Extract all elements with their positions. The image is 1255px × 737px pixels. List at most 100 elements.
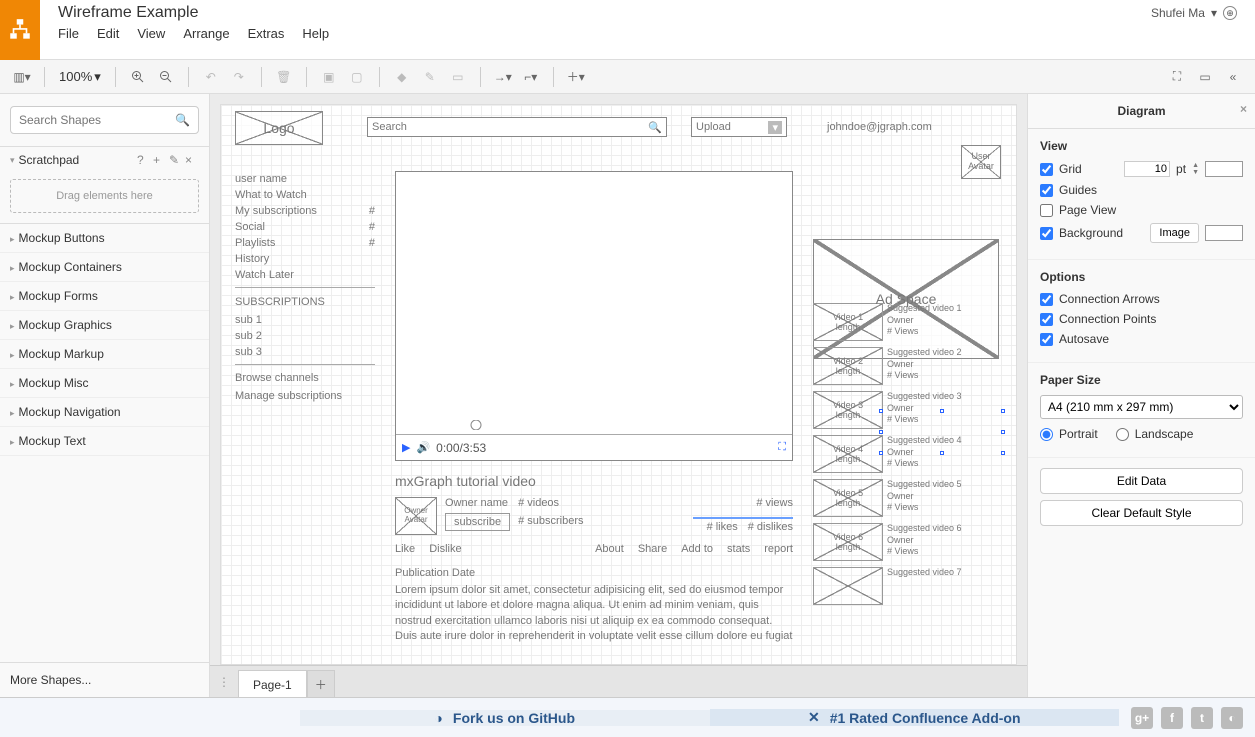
wf-search: Search🔍 <box>367 117 667 137</box>
edit-data-button[interactable]: Edit Data <box>1040 468 1243 494</box>
options-section-title: Options <box>1040 270 1243 284</box>
scratchpad-help-icon[interactable]: ? <box>137 153 151 167</box>
dropdown-caret-icon[interactable]: ▾ <box>1211 6 1217 20</box>
zoom-in-button[interactable] <box>126 65 150 89</box>
fullscreen-icon: ⛶ <box>778 441 786 454</box>
github-social-icon[interactable]: ◐ <box>1221 707 1243 729</box>
undo-button[interactable]: ↶ <box>199 65 223 89</box>
document-title[interactable]: Wireframe Example <box>58 4 198 22</box>
background-image-button[interactable]: Image <box>1150 223 1199 243</box>
scratchpad-add-icon[interactable]: + <box>153 153 167 167</box>
footer: ◑ Fork us on GitHub ✕ #1 Rated Confluenc… <box>0 697 1255 737</box>
conn-points-checkbox[interactable] <box>1040 313 1053 326</box>
wf-nav: user nameWhat to WatchMy subscriptions#S… <box>235 171 375 405</box>
background-checkbox[interactable] <box>1040 227 1053 240</box>
menu-extras[interactable]: Extras <box>248 26 285 41</box>
to-back-button[interactable]: ▢ <box>345 65 369 89</box>
scratchpad-edit-icon[interactable]: ✎ <box>169 153 183 167</box>
shape-group[interactable]: Mockup Buttons <box>0 224 209 253</box>
toolbar: ▥▾ 100% ▾ ↶ ↷ 🗑 ▣ ▢ ◆ ✎ ▭ →▾ ⌐▾ ＋▾ ⛶ ▭ « <box>0 60 1255 94</box>
portrait-radio[interactable] <box>1040 428 1053 441</box>
connection-button[interactable]: →▾ <box>491 65 515 89</box>
wf-email: johndoe@jgraph.com <box>827 121 932 133</box>
insert-button[interactable]: ＋▾ <box>564 65 588 89</box>
globe-icon[interactable]: ⊕ <box>1223 6 1237 20</box>
confluence-icon: ✕ <box>808 709 820 726</box>
shape-group[interactable]: Mockup Navigation <box>0 398 209 427</box>
menu-help[interactable]: Help <box>302 26 329 41</box>
shadow-button[interactable]: ▭ <box>446 65 470 89</box>
shape-group[interactable]: Mockup Misc <box>0 369 209 398</box>
github-icon: ◑ <box>434 710 442 726</box>
wf-upload: Upload▾ <box>691 117 787 137</box>
canvas-area: Logo Search🔍 Upload▾ johndoe@jgraph.com … <box>210 94 1027 697</box>
app-logo[interactable] <box>0 0 40 60</box>
close-icon[interactable]: × <box>1240 102 1247 116</box>
wf-video-player: ▶ 🔊 0:00/3:53 ⛶ <box>395 171 793 461</box>
waypoint-button[interactable]: ⌐▾ <box>519 65 543 89</box>
format-panel: Diagram× View Gridpt▲▼ Guides Page View … <box>1027 94 1255 697</box>
shape-group[interactable]: Mockup Markup <box>0 340 209 369</box>
scratchpad-collapse-icon[interactable]: ▾ <box>10 155 15 166</box>
expand-button[interactable]: ⛶ <box>1165 65 1189 89</box>
googleplus-icon[interactable]: g+ <box>1131 707 1153 729</box>
line-color-button[interactable]: ✎ <box>418 65 442 89</box>
shape-group[interactable]: Mockup Containers <box>0 253 209 282</box>
volume-icon: 🔊 <box>416 441 430 454</box>
github-promo[interactable]: ◑ Fork us on GitHub <box>300 710 710 726</box>
shape-group[interactable]: Mockup Forms <box>0 282 209 311</box>
view-mode-button[interactable]: ▥▾ <box>10 65 34 89</box>
grid-size-input[interactable] <box>1124 161 1170 177</box>
redo-button[interactable]: ↷ <box>227 65 251 89</box>
clear-style-button[interactable]: Clear Default Style <box>1040 500 1243 526</box>
confluence-promo[interactable]: ✕ #1 Rated Confluence Add-on <box>710 709 1120 726</box>
search-shapes-field[interactable]: 🔍 <box>10 106 199 134</box>
shapes-panel: 🔍 ▾ Scratchpad ? + ✎ × Drag elements her… <box>0 94 210 697</box>
twitter-icon[interactable]: t <box>1191 707 1213 729</box>
canvas[interactable]: Logo Search🔍 Upload▾ johndoe@jgraph.com … <box>220 104 1017 665</box>
menu-view[interactable]: View <box>137 26 165 41</box>
grid-step-up[interactable]: ▲ <box>1192 162 1199 169</box>
zoom-out-button[interactable] <box>154 65 178 89</box>
collapse-button[interactable]: « <box>1221 65 1245 89</box>
landscape-radio[interactable] <box>1116 428 1129 441</box>
page-tab[interactable]: Page-1 <box>238 670 307 697</box>
zoom-select[interactable]: 100% ▾ <box>55 69 105 85</box>
more-shapes-button[interactable]: More Shapes... <box>0 662 209 697</box>
shape-group[interactable]: Mockup Graphics <box>0 311 209 340</box>
shape-group[interactable]: Mockup Text <box>0 427 209 456</box>
scratchpad-close-icon[interactable]: × <box>185 153 199 167</box>
facebook-icon[interactable]: f <box>1161 707 1183 729</box>
menu-file[interactable]: File <box>58 26 79 41</box>
format-panel-button[interactable]: ▭ <box>1193 65 1217 89</box>
app-header: Wireframe Example Shufei Ma ▾ ⊕ File Edi… <box>0 0 1255 60</box>
autosave-checkbox[interactable] <box>1040 333 1053 346</box>
grid-checkbox[interactable] <box>1040 163 1053 176</box>
wf-user-avatar: User Avatar <box>961 145 1001 179</box>
add-page-button[interactable]: ＋ <box>307 670 335 697</box>
menu-bar: File Edit View Arrange Extras Help <box>40 22 1255 45</box>
menu-arrange[interactable]: Arrange <box>183 26 229 41</box>
delete-button[interactable]: 🗑 <box>272 65 296 89</box>
to-front-button[interactable]: ▣ <box>317 65 341 89</box>
format-panel-title: Diagram <box>1117 104 1165 118</box>
search-icon: 🔍 <box>648 121 662 134</box>
scratchpad-title: Scratchpad <box>19 153 135 167</box>
diagram-logo-icon <box>7 17 33 43</box>
pageview-checkbox[interactable] <box>1040 204 1053 217</box>
search-icon[interactable]: 🔍 <box>175 113 190 127</box>
wf-video-meta: mxGraph tutorial video Owner Avatar Owne… <box>395 473 793 645</box>
conn-arrows-checkbox[interactable] <box>1040 293 1053 306</box>
scratchpad-dropzone[interactable]: Drag elements here <box>10 179 199 213</box>
user-name-label[interactable]: Shufei Ma <box>1151 6 1205 20</box>
search-shapes-input[interactable] <box>19 113 175 127</box>
page-tabs-menu[interactable]: ⋮ <box>210 666 238 697</box>
background-color-swatch[interactable] <box>1205 225 1243 241</box>
selection-box <box>881 411 1003 453</box>
grid-color-swatch[interactable] <box>1205 161 1243 177</box>
guides-checkbox[interactable] <box>1040 184 1053 197</box>
menu-edit[interactable]: Edit <box>97 26 119 41</box>
fill-color-button[interactable]: ◆ <box>390 65 414 89</box>
grid-step-down[interactable]: ▼ <box>1192 169 1199 176</box>
paper-size-select[interactable]: A4 (210 mm x 297 mm) <box>1040 395 1243 419</box>
